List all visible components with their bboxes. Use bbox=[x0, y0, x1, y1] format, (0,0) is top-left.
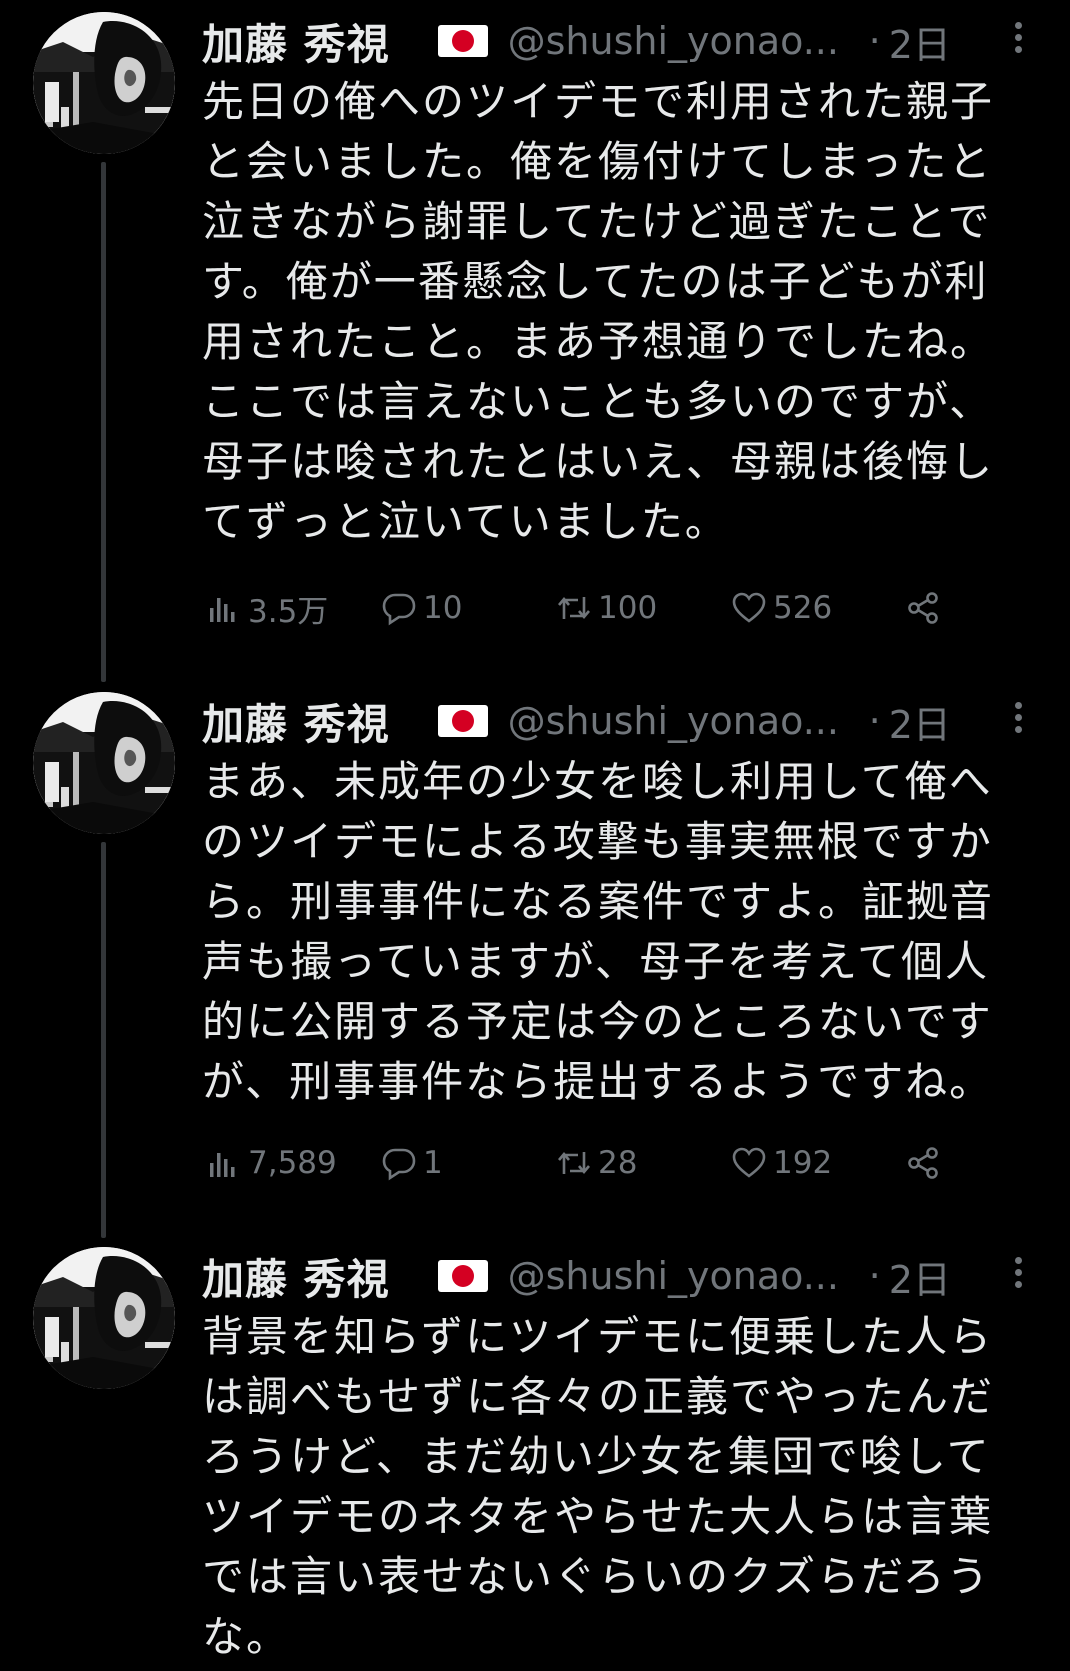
tweet[interactable]: 加藤 秀視 @shushi_yonao... · 2日 先日の俺へのツイデモで利… bbox=[0, 0, 1070, 682]
reply-count: 10 bbox=[423, 590, 463, 626]
retweet-icon bbox=[558, 1151, 590, 1175]
views-button[interactable]: 3.5万 bbox=[206, 583, 328, 633]
like-button[interactable]: 192 bbox=[731, 1138, 832, 1188]
tweet[interactable]: 加藤 秀視 @shushi_yonao... · 2日 まあ、未成年の少女を唆し… bbox=[0, 680, 1070, 1238]
avatar[interactable] bbox=[33, 12, 175, 154]
separator: · bbox=[868, 19, 881, 63]
avatar-image bbox=[33, 1247, 175, 1389]
share-icon bbox=[908, 1147, 938, 1179]
like-count: 192 bbox=[773, 1145, 833, 1181]
like-count: 526 bbox=[773, 590, 833, 626]
like-icon bbox=[732, 592, 766, 623]
tweet-text: 背景を知らずにツイデモに便乗した人ら は調べもせずに各々の正義でやったんだ ろう… bbox=[202, 1312, 995, 1661]
author-name[interactable]: 加藤 秀視 bbox=[202, 1246, 390, 1307]
views-icon bbox=[210, 1153, 235, 1177]
like-button[interactable]: 526 bbox=[731, 583, 832, 633]
tweet-text: まあ、未成年の少女を唆し利用して俺へ のツイデモによる攻撃も事実無根ですか ら。… bbox=[202, 757, 995, 1106]
timestamp[interactable]: 2日 bbox=[889, 14, 951, 69]
tweet-header: 加藤 秀視 @shushi_yonao... · 2日 bbox=[202, 10, 1032, 72]
retweet-button[interactable]: 28 bbox=[556, 1138, 637, 1188]
share-button[interactable] bbox=[906, 583, 948, 633]
views-count: 3.5万 bbox=[248, 593, 329, 630]
avatar-image bbox=[33, 12, 175, 154]
tweet-actions: 3.5万 10 100 526 bbox=[206, 583, 966, 633]
author-name[interactable]: 加藤 秀視 bbox=[202, 691, 390, 752]
avatar[interactable] bbox=[33, 1247, 175, 1389]
timestamp[interactable]: 2日 bbox=[889, 694, 951, 749]
author-handle[interactable]: @shushi_yonao... bbox=[508, 19, 863, 63]
retweet-count: 28 bbox=[598, 1145, 638, 1181]
japan-flag-icon bbox=[437, 1260, 488, 1292]
author-handle[interactable]: @shushi_yonao... bbox=[508, 1254, 863, 1298]
retweet-count: 100 bbox=[598, 590, 658, 626]
timestamp[interactable]: 2日 bbox=[889, 1249, 951, 1304]
reply-button[interactable]: 10 bbox=[381, 583, 462, 633]
retweet-button[interactable]: 100 bbox=[556, 583, 657, 633]
japan-flag-icon bbox=[437, 705, 488, 737]
reply-icon bbox=[382, 593, 416, 626]
reply-button[interactable]: 1 bbox=[381, 1138, 443, 1188]
views-icon bbox=[210, 598, 235, 622]
separator: · bbox=[868, 699, 881, 743]
tweet[interactable]: 加藤 秀視 @shushi_yonao... · 2日 背景を知らずにツイデモに… bbox=[0, 1235, 1070, 1671]
retweet-icon bbox=[558, 596, 590, 620]
more-icon[interactable] bbox=[1004, 702, 1032, 742]
more-icon[interactable] bbox=[1004, 22, 1032, 62]
views-button[interactable]: 7,589 bbox=[206, 1138, 337, 1188]
author-handle[interactable]: @shushi_yonao... bbox=[508, 699, 863, 743]
author-name[interactable]: 加藤 秀視 bbox=[202, 11, 390, 72]
reply-icon bbox=[382, 1148, 416, 1181]
tweet-header: 加藤 秀視 @shushi_yonao... · 2日 bbox=[202, 690, 1032, 752]
tweet-header: 加藤 秀視 @shushi_yonao... · 2日 bbox=[202, 1245, 1032, 1307]
tweet-actions: 7,589 1 28 192 bbox=[206, 1138, 966, 1188]
thread-line bbox=[101, 162, 106, 682]
views-count: 7,589 bbox=[248, 1145, 337, 1181]
separator: · bbox=[868, 1254, 881, 1298]
like-icon bbox=[732, 1147, 766, 1178]
share-icon bbox=[908, 592, 938, 624]
thread-line bbox=[101, 842, 106, 1238]
japan-flag-icon bbox=[437, 25, 488, 57]
more-icon[interactable] bbox=[1004, 1257, 1032, 1297]
reply-count: 1 bbox=[423, 1145, 443, 1181]
avatar-image bbox=[33, 692, 175, 834]
tweet-text: 先日の俺へのツイデモで利用された親子 と会いました。俺を傷付けてしまったと 泣き… bbox=[202, 77, 995, 546]
avatar[interactable] bbox=[33, 692, 175, 834]
share-button[interactable] bbox=[906, 1138, 948, 1188]
